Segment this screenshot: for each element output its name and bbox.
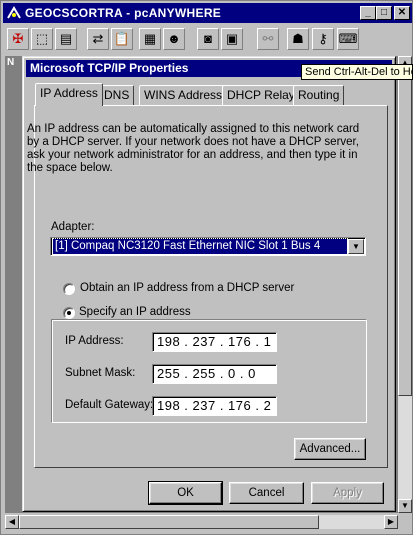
background-window-fragment: N (7, 57, 15, 68)
ctrl-alt-del-icon[interactable]: ⌨ (337, 28, 359, 50)
scroll-down-icon[interactable]: ▼ (398, 499, 412, 513)
vertical-scroll-thumb[interactable] (398, 70, 412, 396)
link-icon[interactable]: ⚯ (257, 28, 279, 50)
record-icon[interactable]: ◙ (197, 28, 219, 50)
default-gateway-label: Default Gateway: (65, 399, 154, 411)
outer-window-title: GEOCSCORTRA - pcANYWHERE (25, 6, 222, 20)
remote-view-icon[interactable]: ✠ (7, 28, 29, 50)
advanced-button[interactable]: Advanced... (294, 438, 366, 460)
subnet-mask-field[interactable]: 255 . 255 . 0 . 0 (152, 364, 277, 384)
adapter-dropdown[interactable]: [1] Compaq NC3120 Fast Ethernet NIC Slot… (50, 237, 366, 256)
dhcp-description: An IP address can be automatically assig… (27, 123, 360, 174)
tab-ip-address[interactable]: IP Address (35, 83, 103, 106)
ip-address-field[interactable]: 198 . 237 . 176 . 1 (152, 332, 277, 352)
tab-routing[interactable]: Routing (293, 85, 345, 105)
ip-address-label: IP Address: (65, 335, 124, 347)
apply-button[interactable]: Apply (311, 482, 384, 504)
tab-dns[interactable]: DNS (99, 85, 135, 105)
tooltip: Send Ctrl-Alt-Del to Ho (301, 64, 413, 80)
subnet-mask-label: Subnet Mask: (65, 367, 136, 379)
properties-icon[interactable]: ▤ (55, 28, 77, 50)
chat-icon[interactable]: ☻ (163, 28, 185, 50)
dropdown-arrow-icon[interactable]: ▼ (348, 239, 364, 254)
transfer-icon[interactable]: ⇄ (87, 28, 109, 50)
adapter-label: Adapter: (51, 221, 95, 233)
outer-title-bar[interactable]: GEOCSCORTRA - pcANYWHERE _ □ ✕ (3, 3, 412, 23)
cancel-button[interactable]: Cancel (229, 482, 304, 504)
radio-specify-ip[interactable] (63, 307, 75, 319)
select-icon[interactable]: ⬚ (31, 28, 53, 50)
tab-dhcp-relay[interactable]: DHCP Relay (222, 85, 300, 105)
ok-button[interactable]: OK (148, 481, 223, 505)
toolbar: ✠ ⬚ ▤ ⇄ 📋 ▦ ☻ ◙ ▣ ⚯ ☗ ⚷ ⌨ (3, 25, 412, 55)
keys-icon[interactable]: ⚷ (312, 28, 334, 50)
radio-obtain-dhcp-label[interactable]: Obtain an IP address from a DHCP server (80, 282, 294, 294)
minimize-button[interactable]: _ (360, 6, 376, 20)
file-icon[interactable]: ▦ (139, 28, 161, 50)
save-icon[interactable]: ▣ (221, 28, 243, 50)
scroll-right-icon[interactable]: ▶ (384, 515, 398, 529)
adapter-selected-value: [1] Compaq NC3120 Fast Ethernet NIC Slot… (52, 238, 348, 255)
horizontal-scrollbar[interactable]: ◀ ▶ (5, 515, 398, 529)
pcanywhere-app-icon (6, 5, 22, 21)
tab-wins-address[interactable]: WINS Address (139, 85, 228, 105)
clipboard-icon[interactable]: 📋 (111, 28, 133, 50)
radio-obtain-dhcp[interactable] (63, 283, 75, 295)
default-gateway-field[interactable]: 198 . 237 . 176 . 2 (152, 396, 277, 416)
close-button[interactable]: ✕ (394, 6, 410, 20)
maximize-button[interactable]: □ (376, 6, 392, 20)
radio-specify-ip-label[interactable]: Specify an IP address (79, 306, 194, 318)
vertical-scrollbar[interactable]: ▲ ▼ (398, 56, 412, 513)
horizontal-scroll-thumb[interactable] (19, 515, 319, 529)
scroll-left-icon[interactable]: ◀ (5, 515, 19, 529)
users-icon[interactable]: ☗ (287, 28, 309, 50)
